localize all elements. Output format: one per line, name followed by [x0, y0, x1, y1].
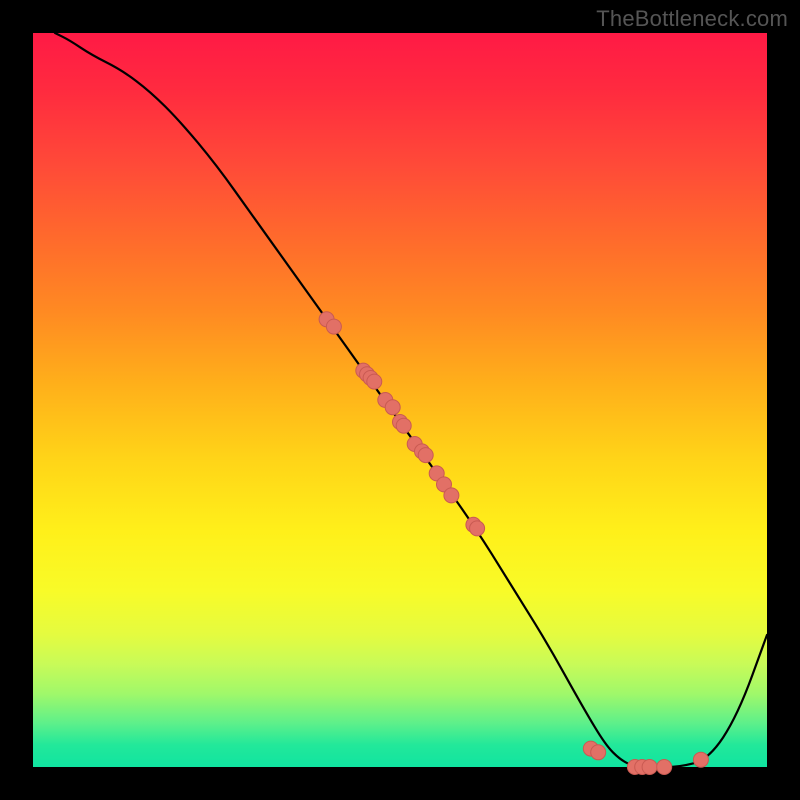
data-point — [444, 488, 459, 503]
chart-frame: TheBottleneck.com — [0, 0, 800, 800]
data-point — [591, 745, 606, 760]
data-point — [693, 752, 708, 767]
data-point — [367, 374, 382, 389]
bottleneck-curve — [55, 33, 767, 767]
scatter-points — [319, 312, 708, 775]
chart-overlay — [33, 33, 767, 767]
data-point — [642, 760, 657, 775]
watermark-text: TheBottleneck.com — [596, 6, 788, 32]
data-point — [657, 760, 672, 775]
data-point — [470, 521, 485, 536]
data-point — [385, 400, 400, 415]
data-point — [396, 418, 411, 433]
data-point — [418, 448, 433, 463]
data-point — [326, 319, 341, 334]
